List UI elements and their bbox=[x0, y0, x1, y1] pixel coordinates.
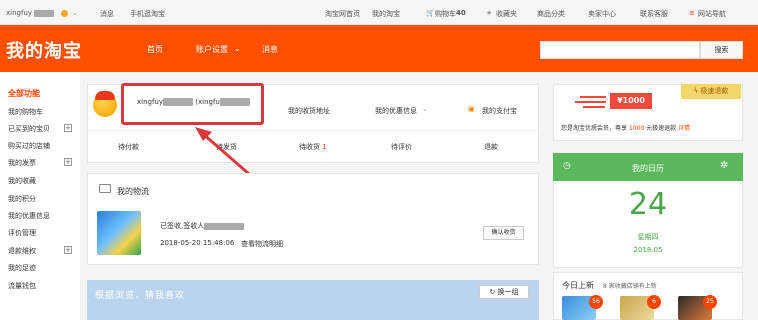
calendar-title: 我的日历 bbox=[632, 164, 664, 173]
new-count-badge: 56 bbox=[589, 295, 603, 309]
fast-refund-badge: ϟ 极速退款 bbox=[681, 84, 741, 99]
new-count-badge: 25 bbox=[703, 295, 717, 309]
confirm-receipt-button[interactable]: 确认收货 bbox=[483, 226, 524, 240]
logistics-status-text: 已签收,签收人 bbox=[160, 222, 205, 230]
stripe-decor bbox=[583, 106, 605, 108]
coupon-detail-link[interactable]: 详情 bbox=[678, 125, 690, 132]
recommend-title: 根据浏览，猜我喜欢 bbox=[95, 291, 186, 301]
logistics-title: 我的物流 bbox=[117, 187, 149, 196]
fast-refund-label: 极速退款 bbox=[700, 87, 729, 95]
new-arrivals-subtitle[interactable]: 8 家收藏店铺有上新 bbox=[603, 281, 657, 290]
recipient-redaction bbox=[204, 222, 245, 230]
logistics-detail-link[interactable]: 查看物流明细 bbox=[241, 239, 283, 249]
coupon-text-prefix: 您是淘宝优质会员，尊享 bbox=[561, 125, 628, 132]
new-count-badge: 6 bbox=[647, 295, 661, 309]
coupon-amount: ¥1000 bbox=[610, 93, 652, 109]
refresh-icon: ↻ bbox=[489, 288, 498, 296]
coupon-text-amount: 1000 bbox=[628, 125, 645, 132]
gear-icon[interactable]: ✲ bbox=[720, 160, 728, 171]
refresh-button[interactable]: ↻ 换一组 bbox=[479, 285, 529, 299]
calendar-year-month: 2018.05 bbox=[633, 246, 663, 254]
stripe-decor bbox=[580, 96, 606, 98]
logistics-card bbox=[87, 173, 539, 265]
truck-icon bbox=[99, 184, 111, 193]
stripe-decor bbox=[575, 101, 606, 103]
calendar-day: 24 bbox=[628, 187, 668, 222]
refresh-label: 换一组 bbox=[497, 288, 519, 296]
logistics-time: 2018-05-20 15:48:06 bbox=[160, 239, 235, 247]
coupon-text-suffix: 元极速退款 bbox=[646, 125, 677, 132]
coupon-description: 您是淘宝优质会员，尊享 1000 元极速退款 详情 bbox=[561, 123, 690, 132]
product-image[interactable] bbox=[97, 211, 141, 255]
calendar-weekday: 星期四 bbox=[637, 233, 659, 241]
new-arrivals-title: 今日上新 bbox=[562, 281, 594, 290]
logistics-status: 已签收,签收人 bbox=[160, 221, 245, 231]
